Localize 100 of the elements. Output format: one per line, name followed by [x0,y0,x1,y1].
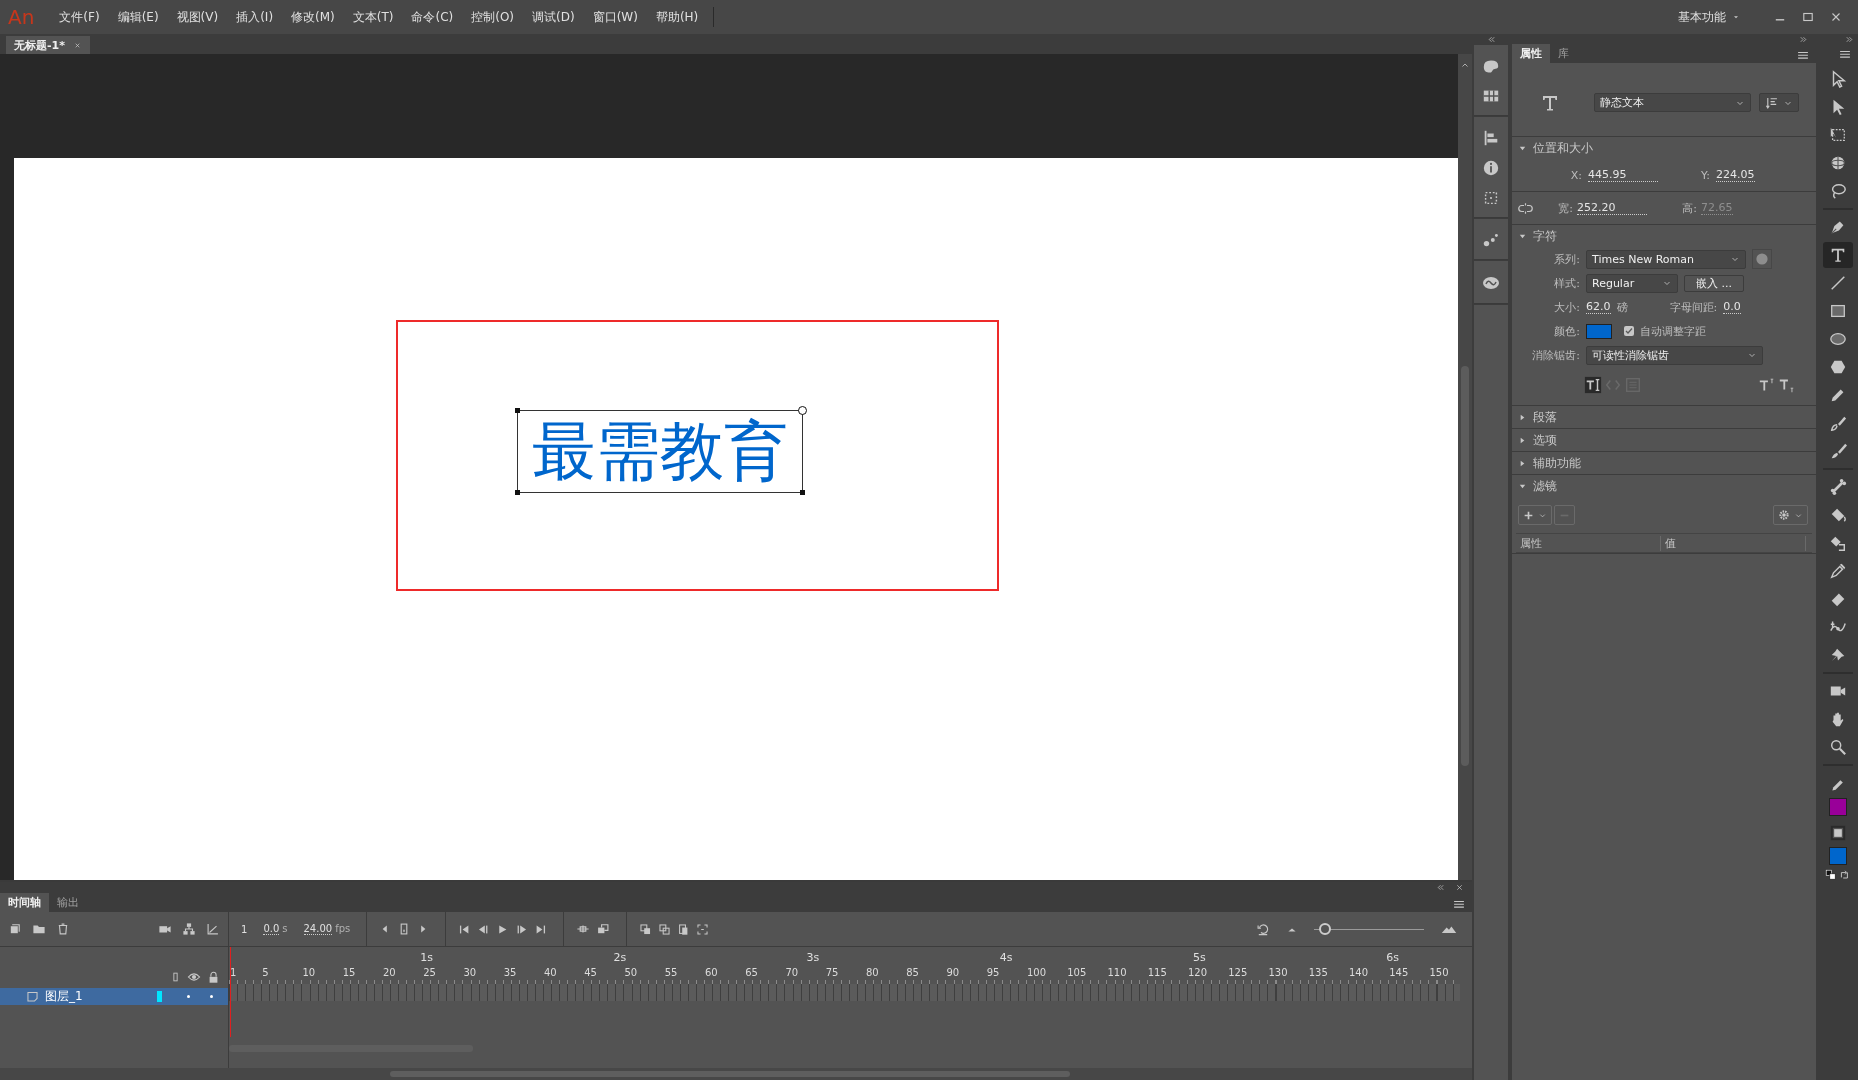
embed-button[interactable]: 嵌入 ... [1684,274,1744,292]
link-icon[interactable] [1518,200,1533,216]
text-type-dropdown[interactable]: 静态文本 [1594,93,1751,112]
layer-color-swatch[interactable] [157,991,162,1002]
value-field[interactable]: 252.20 [1577,201,1647,215]
menu-item[interactable]: 控制(O) [462,8,524,26]
selectable-text-icon[interactable] [1584,376,1602,394]
swap-colors-icon[interactable] [1839,869,1851,881]
font-family-dropdown[interactable]: Times New Roman [1586,249,1746,269]
section-header[interactable]: 滤镜 [1512,475,1816,497]
eye-icon[interactable] [187,970,201,984]
section-header[interactable]: 选项 [1512,429,1816,451]
app-logo: An [8,5,35,29]
collapse-icon[interactable] [1486,35,1496,44]
section-header[interactable]: 段落 [1512,406,1816,428]
fill-color-swatch[interactable] [1829,847,1847,865]
menu-item[interactable]: 文本(T) [343,8,403,26]
menu-item[interactable]: 调试(D) [523,8,584,26]
scroll-bar[interactable] [0,1068,1472,1080]
menu-item[interactable]: 窗口(W) [583,8,647,26]
frame-number: 60 [704,967,718,978]
expand-icon[interactable] [1799,35,1808,44]
frame-number: 30 [463,967,477,978]
resize-handle[interactable] [798,406,807,415]
lock-icon[interactable] [207,971,220,984]
fps-value[interactable]: 24.00 [303,923,333,935]
collapse-icon[interactable] [1436,883,1445,892]
frame-number[interactable]: 1 [241,923,248,935]
menu-item[interactable]: 命令(C) [402,8,463,26]
time-value[interactable]: 0.0 [263,923,280,935]
info-icon[interactable] [1482,159,1500,177]
menu-item[interactable]: 视图(V) [167,8,228,26]
text-tool-icon[interactable] [1823,242,1853,268]
frame-number: 40 [543,967,557,978]
selection-handle[interactable] [515,490,520,495]
visibility-dot[interactable] [187,995,190,998]
dropdown-value: Regular [1592,276,1635,290]
field-label: 消除锯齿: [1531,347,1580,363]
menu-item[interactable]: 编辑(E) [108,8,168,26]
stroke-color-swatch[interactable] [1829,798,1847,816]
value-field[interactable]: 62.0 [1586,300,1611,314]
onion-skin-icon[interactable] [596,922,611,936]
frame-number: 50 [624,967,638,978]
panel-tab[interactable]: 库 [1550,44,1577,63]
copy-frames-icon[interactable] [658,922,672,936]
frame-number: 110 [1107,967,1127,978]
reset-icon[interactable] [1256,922,1270,936]
menu-item[interactable]: 修改(M) [282,8,344,26]
scroll-thumb[interactable] [229,1045,473,1052]
column-header[interactable]: 属性 [1516,535,1661,551]
align-icon[interactable] [1482,129,1500,147]
anti-alias-dropdown[interactable]: 可读性消除锯齿 [1586,345,1763,365]
field-label: 宽: [1557,200,1573,216]
seconds-label: 5s [1193,951,1206,964]
trash-icon[interactable] [56,922,70,936]
document-tab[interactable]: 无标题-1* [6,36,90,54]
section-header[interactable]: 位置和大小 [1512,137,1816,159]
frame-number: 95 [986,967,1000,978]
expand-icon[interactable] [1845,35,1854,44]
font-style-dropdown[interactable]: Regular [1586,273,1678,293]
filter-settings-button[interactable] [1773,505,1808,525]
value-field[interactable]: 0.0 [1723,300,1741,314]
new-layer-icon[interactable] [8,922,22,936]
workspace-switcher[interactable]: 基本功能 [1672,8,1746,26]
lock-dot[interactable] [210,995,213,998]
edit-frames-icon[interactable] [639,922,653,936]
fit-frames-icon[interactable] [696,922,710,936]
add-filter-button[interactable] [1518,505,1552,525]
outline-icon[interactable] [170,970,181,984]
selection-handle[interactable] [515,408,520,413]
globe-icon[interactable] [1752,249,1772,269]
orientation-dropdown[interactable] [1759,93,1799,112]
checkbox[interactable] [1624,326,1634,336]
value-field[interactable]: 224.05 [1716,168,1755,182]
scroll-bar[interactable] [1458,54,1472,880]
color-swatch[interactable] [1586,323,1612,339]
layer-row[interactable]: 图层_1 [0,988,228,1005]
unit-label: s [282,923,288,934]
section-header[interactable]: 辅助功能 [1512,452,1816,474]
panel-tab[interactable]: 时间轴 [0,893,49,912]
panel-tab[interactable]: 属性 [1512,44,1550,63]
graph-icon[interactable] [206,922,220,936]
default-colors-icon[interactable] [1825,869,1837,881]
menu-item[interactable]: 插入(I) [227,8,283,26]
frame-number: 115 [1147,967,1167,978]
transform-icon[interactable] [1482,189,1500,207]
panel-tab[interactable]: 输出 [49,893,87,912]
section-header[interactable]: 字符 [1512,225,1816,247]
close-icon[interactable] [1455,883,1464,892]
value-field[interactable]: 445.95 [1588,168,1658,182]
selection-handle[interactable] [800,490,805,495]
frame-number: 80 [865,967,879,978]
menu-item[interactable]: 帮助(H) [646,8,708,26]
collapsed-triangle-icon [1518,435,1527,445]
menu-item[interactable]: 文件(F) [50,8,109,26]
maximize-icon[interactable] [1801,10,1815,24]
column-header[interactable]: 值 [1661,535,1806,551]
tab-label: 无标题-1* [14,37,65,53]
hierarchy-icon[interactable] [182,922,196,936]
dots-icon[interactable] [1482,231,1500,249]
